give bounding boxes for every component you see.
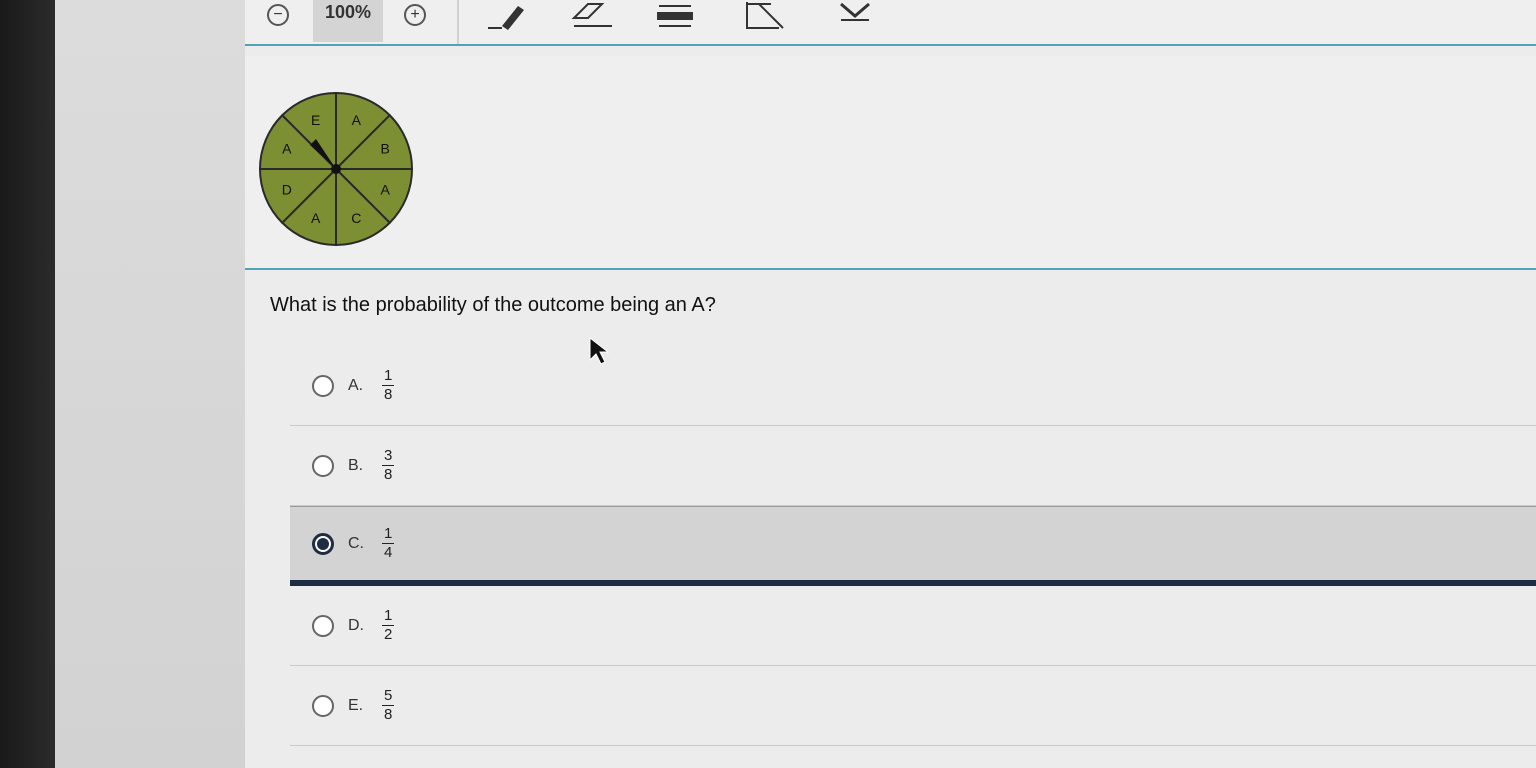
fraction: 1 4 xyxy=(382,525,395,562)
fraction: 5 8 xyxy=(382,687,395,724)
line-reader-button[interactable] xyxy=(655,0,695,30)
radio-button[interactable] xyxy=(312,454,334,477)
fraction-denominator: 8 xyxy=(384,706,393,723)
radio-button[interactable] xyxy=(312,694,334,717)
fraction-denominator: 8 xyxy=(384,466,393,483)
answer-choices: A. 1 8 B. 3 8 C. 1 4 D. 1 2 E. 5 8 xyxy=(290,346,1536,746)
zoom-level: 100% xyxy=(313,0,383,42)
spinner-label: A xyxy=(380,181,390,197)
spinner-label: C xyxy=(351,210,361,226)
eraser-icon xyxy=(571,3,612,27)
lines-icon xyxy=(657,5,693,27)
zoom-in-button[interactable]: + xyxy=(400,0,430,30)
choice-letter: C. xyxy=(348,534,364,552)
question-text: What is the probability of the outcome b… xyxy=(270,294,716,316)
radio-button-selected[interactable] xyxy=(312,532,334,555)
spinner-label: A xyxy=(311,210,321,226)
spinner-label: B xyxy=(380,141,389,157)
spinner-label: A xyxy=(282,141,292,157)
left-gutter xyxy=(55,0,245,768)
fraction: 1 2 xyxy=(382,607,395,644)
mouse-cursor-icon xyxy=(589,336,610,365)
monitor-bezel xyxy=(0,0,55,768)
spinner-diagram: A B A C A D A E xyxy=(258,91,414,247)
spinner-label: A xyxy=(352,112,362,128)
choice-letter: D. xyxy=(348,616,364,634)
collapse-icon xyxy=(840,2,870,21)
toolbar: − 100% + xyxy=(245,0,1536,46)
choice-letter: B. xyxy=(348,456,364,474)
figure-panel: A B A C A D A E xyxy=(245,56,1536,270)
fraction-denominator: 4 xyxy=(384,544,393,561)
fraction-denominator: 2 xyxy=(384,626,393,643)
choice-c[interactable]: C. 1 4 xyxy=(290,506,1536,586)
radio-button[interactable] xyxy=(312,614,334,637)
fraction: 3 8 xyxy=(382,447,395,484)
choice-d[interactable]: D. 1 2 xyxy=(290,586,1536,666)
pen-tool-button[interactable] xyxy=(481,0,531,30)
fraction-numerator: 1 xyxy=(382,607,395,626)
collapse-button[interactable] xyxy=(835,0,875,30)
fraction-numerator: 1 xyxy=(382,367,395,386)
radio-button[interactable] xyxy=(312,374,334,397)
choice-letter: E. xyxy=(348,696,364,714)
fraction: 1 8 xyxy=(382,367,395,404)
choice-b[interactable]: B. 3 8 xyxy=(290,426,1536,506)
eraser-tool-button[interactable] xyxy=(567,0,617,30)
choice-e[interactable]: E. 5 8 xyxy=(290,666,1536,746)
toolbar-divider xyxy=(457,0,459,44)
zoom-in-icon: + xyxy=(404,4,426,26)
fraction-numerator: 5 xyxy=(382,687,395,706)
choice-a[interactable]: A. 1 8 xyxy=(290,346,1536,426)
zoom-out-button[interactable]: − xyxy=(263,0,293,30)
choice-letter: A. xyxy=(348,376,364,394)
graph-tool-button[interactable] xyxy=(740,0,790,30)
fraction-denominator: 8 xyxy=(384,386,393,403)
spinner-label: D xyxy=(282,181,292,197)
graph-icon xyxy=(746,2,784,29)
pen-icon xyxy=(488,6,524,30)
spinner-label: E xyxy=(311,112,320,128)
fraction-numerator: 3 xyxy=(382,447,395,466)
zoom-out-icon: − xyxy=(267,4,289,26)
question-area: A B A C A D A E What is the probability of the … xyxy=(245,46,1536,768)
fraction-numerator: 1 xyxy=(382,525,395,544)
